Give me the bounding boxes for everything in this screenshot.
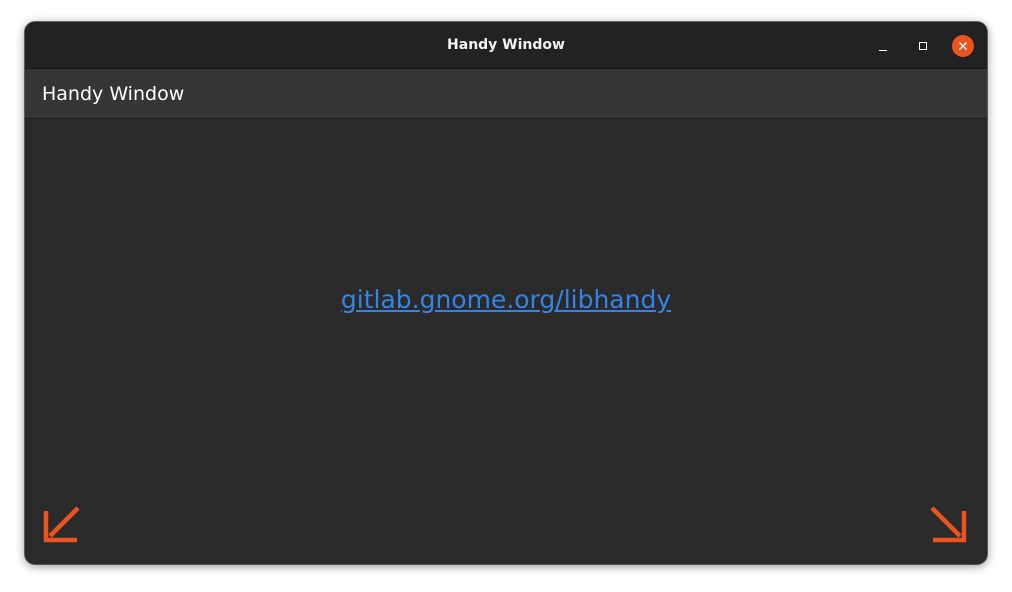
window-title: Handy Window <box>447 37 565 53</box>
libhandy-link[interactable]: gitlab.gnome.org/libhandy <box>25 285 987 314</box>
window-maximize-icon <box>919 42 927 50</box>
window-minimize-icon <box>879 50 887 51</box>
app-window: Handy Window Handy Window gitlab.gnome.o… <box>25 22 987 564</box>
maximize-button[interactable] <box>912 35 934 57</box>
resize-handle-bottom-left[interactable] <box>42 504 82 544</box>
minimize-button[interactable] <box>872 35 894 57</box>
resize-handle-bottom-right[interactable] <box>928 504 968 544</box>
window-close-icon <box>959 42 967 50</box>
arrow-down-right-icon <box>930 506 967 543</box>
arrow-down-left-icon <box>43 506 80 543</box>
header-bar: Handy Window <box>25 69 987 119</box>
close-button[interactable] <box>952 35 974 57</box>
main-content: gitlab.gnome.org/libhandy <box>25 119 987 564</box>
window-titlebar[interactable]: Handy Window <box>25 22 987 69</box>
page-title: Handy Window <box>42 83 185 105</box>
